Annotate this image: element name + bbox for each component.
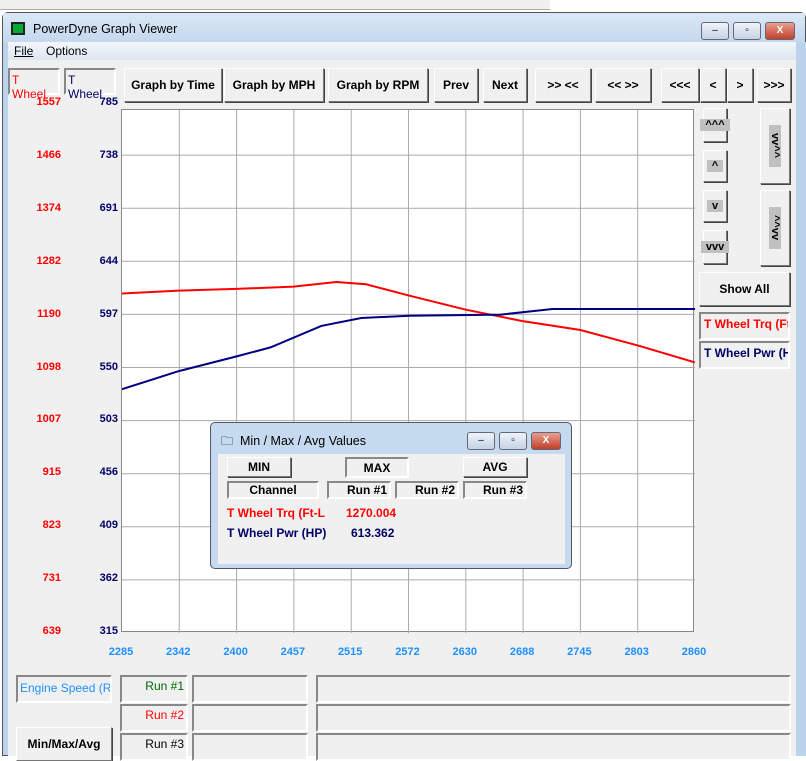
avg-button[interactable]: AVG: [463, 457, 527, 477]
y-right-tick: 785: [99, 96, 118, 108]
graph-by-rpm-button[interactable]: Graph by RPM: [328, 68, 428, 102]
run2-file-field[interactable]: [192, 704, 308, 732]
y-left-tick: 1098: [36, 360, 61, 373]
min-max-avg-dialog: 🗀 Min / Max / Avg Values – ▫ X MIN MAX A…: [210, 422, 572, 569]
scroll-down-button[interactable]: v: [703, 190, 727, 222]
x-tick: 2400: [223, 646, 248, 658]
x-tick: 2342: [166, 646, 191, 658]
scroll-right-fast-button[interactable]: >>>: [757, 68, 791, 102]
y-right-tick: 315: [99, 625, 118, 637]
y-left-tick: 823: [42, 519, 61, 532]
x-tick: 2630: [452, 646, 478, 658]
zoom-in-vertical-button[interactable]: ^^vv: [760, 190, 790, 266]
x-tick: 2688: [509, 646, 535, 658]
scroll-left-button[interactable]: <: [700, 68, 726, 102]
show-all-button[interactable]: Show All: [699, 272, 790, 306]
menu-bar: File Options: [8, 42, 796, 60]
run2-label: Run #2: [120, 704, 188, 732]
legend-power[interactable]: T Wheel Pwr (HP: [699, 341, 790, 369]
y-right-tick: 597: [99, 307, 118, 320]
y-left-tick: 731: [42, 572, 61, 585]
scroll-left-fast-button[interactable]: <<<: [661, 68, 699, 102]
y-right-tick: 503: [99, 413, 118, 426]
dialog-close-button[interactable]: X: [531, 432, 561, 450]
run1-file-field[interactable]: [192, 675, 308, 703]
window-title: PowerDyne Graph Viewer: [33, 22, 178, 36]
app-icon: [11, 22, 25, 35]
header-run2: Run #2: [395, 481, 459, 499]
x-tick: 2745: [567, 646, 592, 658]
y-left-tick: 1557: [36, 96, 61, 108]
header-run1: Run #1: [327, 481, 391, 499]
row-power-run1: 613.362: [351, 526, 395, 540]
power-axis-header[interactable]: T Wheel: [64, 68, 116, 101]
zoom-out-vertical-button[interactable]: vv^^: [760, 108, 790, 184]
run2-info-field[interactable]: [316, 704, 791, 732]
close-button[interactable]: X: [765, 22, 795, 40]
scroll-up-fast-button[interactable]: ^^^: [700, 108, 730, 142]
scroll-up-button[interactable]: ^: [703, 150, 727, 182]
dialog-maximize-button[interactable]: ▫: [499, 432, 527, 450]
graph-by-time-button[interactable]: Graph by Time: [124, 68, 222, 102]
y-right-tick: 644: [99, 254, 118, 267]
y-right-tick: 362: [99, 572, 118, 585]
x-tick: 2285: [108, 646, 134, 658]
dialog-minimize-button[interactable]: –: [467, 432, 495, 450]
x-channel-selector[interactable]: Engine Speed (RI: [16, 675, 112, 703]
max-button[interactable]: MAX: [345, 457, 409, 478]
background-taskbar: [0, 0, 550, 10]
legend-torque[interactable]: T Wheel Trq (Ft-L: [699, 312, 790, 340]
x-tick: 2803: [624, 646, 649, 658]
run1-label: Run #1: [120, 675, 188, 703]
scroll-right-button[interactable]: >: [727, 68, 753, 102]
maximize-button[interactable]: ▫: [733, 22, 761, 40]
minimize-button[interactable]: –: [701, 22, 729, 40]
dialog-title: Min / Max / Avg Values: [240, 434, 366, 448]
run3-file-field[interactable]: [192, 733, 308, 761]
graph-by-mph-button[interactable]: Graph by MPH: [224, 68, 324, 102]
header-run3: Run #3: [463, 481, 527, 499]
torque-axis-header[interactable]: T Wheel: [8, 68, 60, 101]
run3-label: Run #3: [120, 733, 188, 761]
next-button[interactable]: Next: [483, 68, 527, 102]
zoom-in-x-button[interactable]: >> <<: [535, 68, 591, 102]
y-right-tick: 550: [99, 360, 118, 373]
x-tick: 2860: [681, 646, 707, 658]
row-power-channel: T Wheel Pwr (HP): [227, 526, 327, 540]
run1-info-field[interactable]: [316, 675, 791, 703]
y-right-tick: 738: [99, 148, 118, 161]
zoom-out-x-button[interactable]: << >>: [595, 68, 651, 102]
y-left-tick: 1282: [36, 254, 61, 267]
y-left-tick: 1007: [36, 413, 61, 426]
x-tick: 2457: [280, 646, 306, 658]
y-left-tick: 1374: [36, 201, 61, 214]
row-torque-channel: T Wheel Trq (Ft-L: [227, 506, 325, 520]
dialog-icon: 🗀: [221, 434, 234, 448]
menu-options[interactable]: Options: [46, 44, 87, 58]
title-bar: PowerDyne Graph Viewer – ▫ X: [3, 13, 805, 43]
y-left-tick: 1466: [36, 148, 61, 161]
run3-info-field[interactable]: [316, 733, 791, 761]
dialog-body: MIN MAX AVG Channel Run #1 Run #2 Run #3…: [218, 454, 565, 564]
y-right-tick: 691: [99, 201, 118, 214]
y-right-tick: 409: [99, 519, 118, 532]
y-left-tick: 915: [42, 466, 61, 479]
scroll-down-fast-button[interactable]: vvv: [700, 230, 730, 264]
menu-file[interactable]: File: [14, 44, 33, 58]
header-channel: Channel: [227, 481, 319, 499]
row-torque-run1: 1270.004: [346, 506, 397, 520]
x-tick: 2515: [337, 646, 363, 658]
x-tick: 2572: [395, 646, 420, 658]
prev-button[interactable]: Prev: [434, 68, 478, 102]
y-right-tick: 456: [99, 466, 118, 479]
window-border: [796, 42, 806, 756]
y-left-tick: 1190: [37, 307, 61, 320]
y-left-tick: 639: [42, 625, 61, 637]
min-button[interactable]: MIN: [227, 457, 291, 477]
